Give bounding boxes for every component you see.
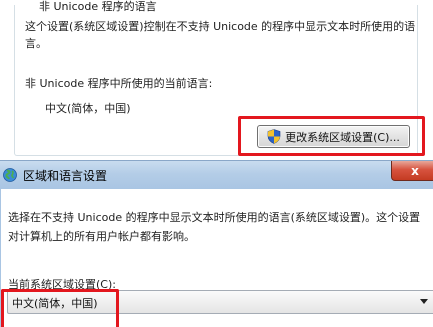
current-language-label: 非 Unicode 程序中所使用的当前语言: [25, 77, 213, 90]
highlight-box-locale-select [1, 289, 119, 327]
current-language-value: 中文(简体，中国) [45, 102, 131, 115]
system-locale-description: 这个设置(系统区域设置)控制在不支持 Unicode 的程序中显示文本时所使用的… [25, 20, 416, 50]
close-icon: x [411, 163, 419, 178]
region-language-dialog: 区域和语言设置 x 选择在不支持 Unicode 的程序中显示文本时所使用的语言… [0, 160, 433, 327]
change-button-label: 更改系统区域设置(C)... [285, 130, 400, 144]
globe-icon [3, 168, 17, 182]
close-button[interactable]: x [391, 161, 433, 181]
dialog-description: 选择在不支持 Unicode 的程序中显示文本时所使用的语言(系统区域设置)。这… [8, 211, 421, 243]
background-dialog: 非 Unicode 程序的语言 这个设置(系统区域设置)控制在不支持 Unico… [0, 0, 433, 160]
dialog-body: 选择在不支持 Unicode 的程序中显示文本时所使用的语言(系统区域设置)。这… [0, 189, 433, 327]
dialog-title: 区域和语言设置 [23, 169, 108, 183]
chevron-down-icon[interactable] [420, 299, 428, 304]
uac-shield-icon [267, 129, 281, 144]
change-system-locale-button[interactable]: 更改系统区域设置(C)... [257, 125, 410, 148]
group-title: 非 Unicode 程序的语言 [35, 0, 161, 14]
dialog-titlebar[interactable]: 区域和语言设置 x [0, 160, 433, 189]
